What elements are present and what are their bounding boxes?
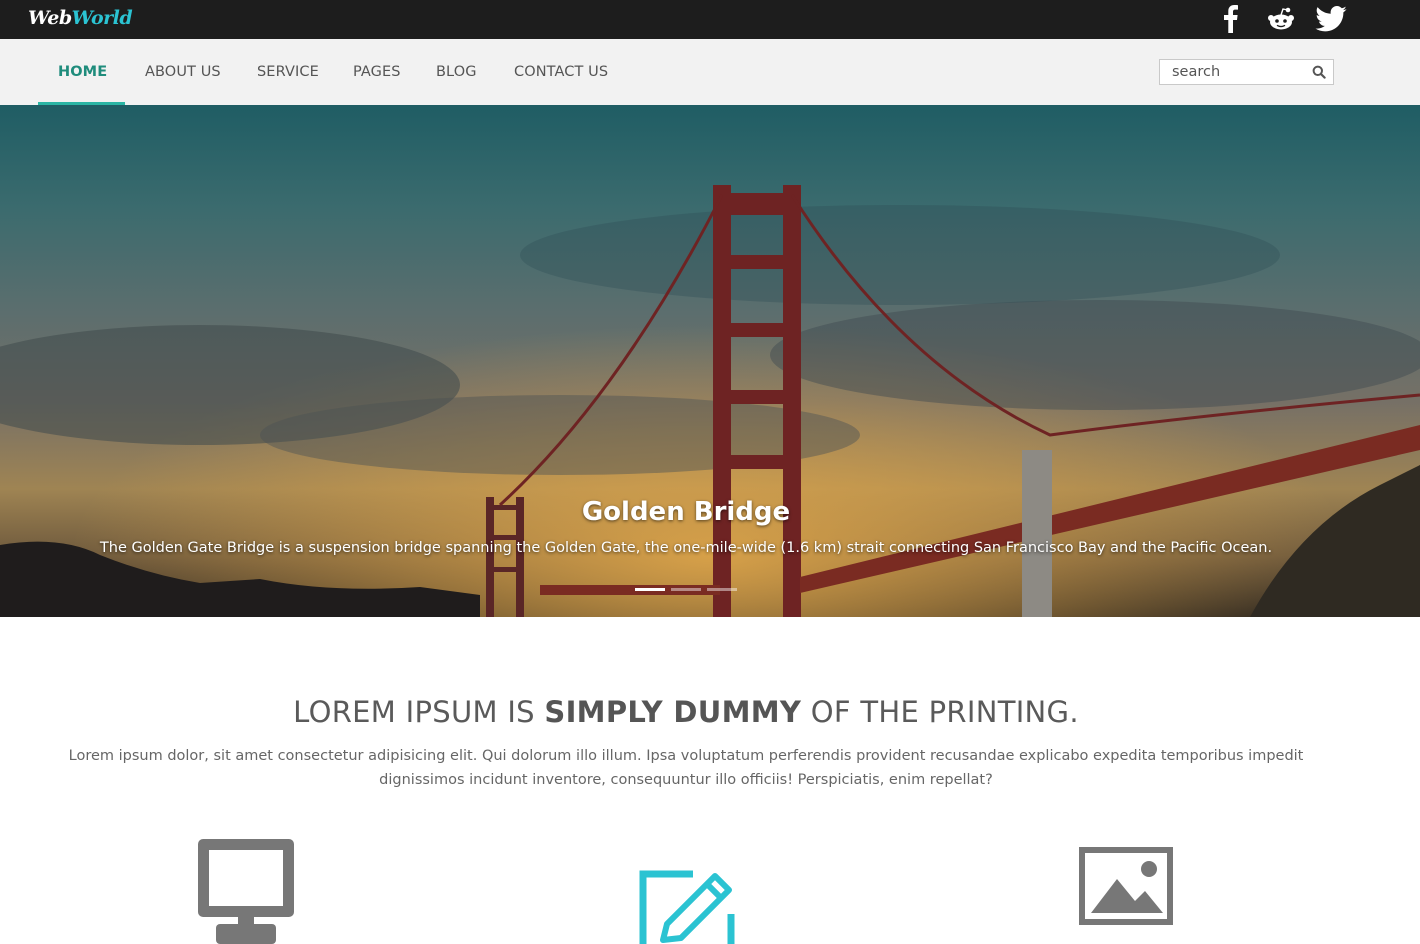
headline-text-bold: SIMPLY DUMMY [544,695,802,729]
carousel-indicator-2[interactable] [671,588,701,591]
search-icon[interactable] [1312,65,1326,79]
search-box [1159,59,1334,85]
nav-item-about-us[interactable]: ABOUT US [145,39,221,105]
search-input[interactable] [1160,60,1310,84]
logo[interactable]: WebWorld [28,5,133,31]
logo-text-part1: Web [28,7,72,29]
main-nav: HOME ABOUT US SERVICE PAGES BLOG CONTACT… [0,39,1420,105]
nav-item-service[interactable]: SERVICE [257,39,319,105]
hero-title: Golden Bridge [581,497,791,527]
reddit-icon[interactable] [1266,4,1296,34]
twitter-icon[interactable] [1314,4,1348,34]
logo-text-part2: World [71,7,133,29]
carousel-indicator-3[interactable] [707,588,737,591]
nav-item-contact-us[interactable]: CONTACT US [514,39,608,105]
hero-description: The Golden Gate Bridge is a suspension b… [99,540,1273,556]
image-icon [1079,847,1173,925]
top-bar: WebWorld [0,0,1420,39]
section-headline: LOREM IPSUM IS SIMPLY DUMMY OF THE PRINT… [0,695,1372,729]
nav-item-home[interactable]: HOME [58,39,107,105]
hero-carousel: Golden Bridge The Golden Gate Bridge is … [0,105,1420,617]
headline-text-1: LOREM IPSUM IS [293,695,545,729]
headline-text-2: OF THE PRINTING. [801,695,1079,729]
section-lead-text: Lorem ipsum dolor, sit amet consectetur … [68,748,1304,788]
nav-item-pages[interactable]: PAGES [353,39,401,105]
monitor-icon [198,839,294,944]
facebook-icon[interactable] [1218,4,1244,34]
nav-item-blog[interactable]: BLOG [436,39,477,105]
carousel-indicator-1[interactable] [635,588,665,591]
edit-icon [639,870,735,944]
